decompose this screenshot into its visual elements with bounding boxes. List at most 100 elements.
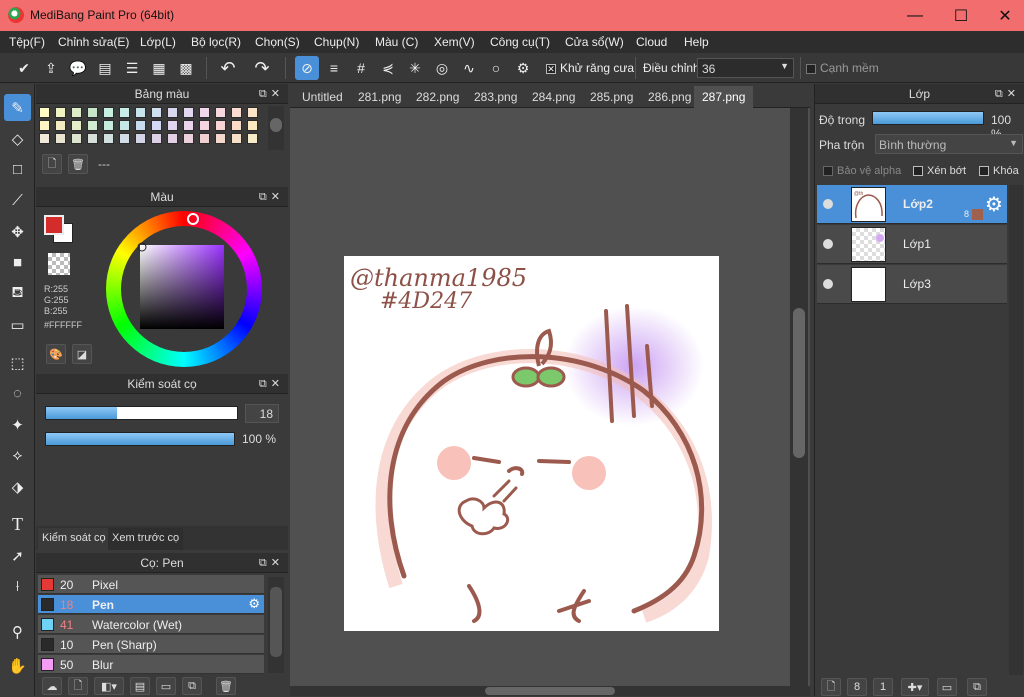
perspective-snap-icon[interactable]: ⋞ [376, 56, 400, 80]
duplicate-brush-icon[interactable]: ⧉ [182, 677, 202, 695]
dot-tool-icon[interactable]: □ [4, 156, 31, 183]
palette-swatch[interactable] [71, 107, 82, 118]
gradient-tool-icon[interactable]: ▭ [4, 311, 31, 338]
tab-brush-control[interactable]: Kiểm soát cọ [38, 528, 110, 550]
palette-swatch[interactable] [167, 120, 178, 131]
palette-swatch[interactable] [215, 120, 226, 131]
layer-row[interactable]: @th Lớp2 8 ⚙ [817, 185, 1007, 224]
soft-edge-option[interactable]: Cạnh mềm [806, 61, 879, 75]
brush-list-scrollbar[interactable] [268, 577, 284, 673]
clipping-option[interactable]: Xén bớt [913, 165, 966, 177]
comment-icon[interactable]: ▤ [93, 56, 117, 80]
layer-settings-gear-icon[interactable]: ⚙ [985, 192, 1003, 217]
visibility-eye-icon[interactable] [823, 279, 833, 289]
new-1bit-layer-icon[interactable]: 1 [873, 678, 893, 696]
palette-swatch[interactable] [199, 133, 210, 144]
brush-item[interactable]: 10 Pen (Sharp) [38, 635, 264, 654]
delete-palette-icon[interactable]: 🗑 [68, 154, 88, 174]
cloud-check-icon[interactable]: ✔ [12, 56, 36, 80]
layer-row[interactable]: Lớp1 [817, 225, 1007, 264]
brush-item[interactable]: 50 Blur [38, 655, 264, 674]
tab-284[interactable]: 284.png [524, 86, 583, 108]
soft-edge-checkbox[interactable] [806, 63, 816, 74]
palette-swatch[interactable] [71, 133, 82, 144]
palette-swatches[interactable] [39, 107, 269, 147]
redo-icon[interactable]: ↷ [250, 56, 274, 80]
tab-282[interactable]: 282.png [408, 86, 467, 108]
palette-swatch[interactable] [87, 133, 98, 144]
eraser-tool-icon[interactable]: ◇ [4, 125, 31, 152]
palette-swatch[interactable] [119, 120, 130, 131]
menu-filter[interactable]: Bộ lọc(R) [191, 35, 241, 49]
grid-snap-icon[interactable]: # [349, 56, 373, 80]
palette-swatch[interactable] [151, 107, 162, 118]
palette-swatch[interactable] [183, 120, 194, 131]
grid-panel-icon[interactable]: ▩ [174, 56, 198, 80]
brush-folder-icon[interactable]: ▭ [156, 677, 176, 695]
menu-layer[interactable]: Lớp(L) [140, 35, 176, 49]
brush-type-menu-icon[interactable]: ◧▾ [94, 677, 124, 695]
layer-list-scrollbar[interactable] [1009, 185, 1023, 675]
menu-color[interactable]: Màu (C) [375, 35, 418, 49]
panel-layout-icon[interactable]: ▦ [147, 56, 171, 80]
new-layer-icon[interactable]: 🗋 [821, 678, 841, 696]
canvas-horizontal-scrollbar[interactable] [290, 686, 810, 696]
menu-file[interactable]: Tệp(F) [9, 35, 45, 49]
cloud-brush-icon[interactable]: ☁ [42, 677, 62, 695]
palette-swatch[interactable] [39, 120, 50, 131]
new-palette-icon[interactable]: 🗋 [42, 154, 62, 174]
select-pen-icon[interactable]: ⟋ [4, 187, 31, 214]
concentric-snap-icon[interactable]: ◎ [430, 56, 454, 80]
menu-tools[interactable]: Công cụ(T) [490, 35, 550, 49]
menu-select[interactable]: Chọn(S) [255, 35, 300, 49]
transparent-color-swatch[interactable] [48, 253, 70, 275]
settings-gear-icon[interactable]: ⚙ [511, 56, 535, 80]
color-wheel[interactable] [104, 209, 264, 369]
palette-swatch[interactable] [103, 120, 114, 131]
fill-bucket-icon[interactable]: ⛾ [4, 280, 31, 307]
palette-swatch[interactable] [71, 120, 82, 131]
palette-swatch[interactable] [247, 133, 258, 144]
palette-swatch[interactable] [247, 107, 258, 118]
protect-alpha-checkbox[interactable] [823, 166, 833, 177]
protect-alpha-option[interactable]: Bảo vệ alpha [823, 165, 901, 177]
drawing-canvas[interactable]: @thanma1985 #4D247 [344, 256, 719, 631]
rect-select-icon[interactable]: ⬚ [4, 349, 31, 376]
palette-swatch[interactable] [55, 120, 66, 131]
menu-cloud[interactable]: Cloud [636, 35, 667, 49]
panel-popout-close-icons[interactable]: ⧉✕ [259, 553, 284, 573]
palette-swatch[interactable] [55, 107, 66, 118]
palette-swatch[interactable] [135, 107, 146, 118]
tab-285[interactable]: 285.png [582, 86, 641, 108]
tab-287[interactable]: 287.png [694, 86, 754, 108]
panel-popout-close-icons[interactable]: ⧉✕ [259, 374, 284, 394]
palette-swatch[interactable] [167, 107, 178, 118]
divide-frame-icon[interactable]: ⟊ [4, 573, 31, 600]
blend-mode-select[interactable]: Bình thường ▼ [875, 134, 1023, 154]
palette-swatch[interactable] [87, 120, 98, 131]
delete-brush-icon[interactable]: 🗑 [216, 677, 236, 695]
new-8bit-layer-icon[interactable]: 8 [847, 678, 867, 696]
radial-snap-icon[interactable]: ✳ [403, 56, 427, 80]
correction-select[interactable]: 36 ▼ [697, 58, 794, 78]
antialias-option[interactable]: ✕ Khử răng cưa [546, 61, 634, 75]
palette-swatch[interactable] [119, 107, 130, 118]
visibility-eye-icon[interactable] [823, 239, 833, 249]
panel-popout-close-icons[interactable]: ⧉✕ [259, 187, 284, 207]
palette-swatch[interactable] [103, 133, 114, 144]
palette-swatch[interactable] [231, 133, 242, 144]
select-eraser-icon[interactable]: ⬗ [4, 473, 31, 500]
brush-properties-icon[interactable]: ▤ [130, 677, 150, 695]
palette-swatch[interactable] [247, 120, 258, 131]
move-tool-icon[interactable]: ✥ [4, 218, 31, 245]
palette-swatch[interactable] [215, 107, 226, 118]
brush-opacity-slider[interactable] [45, 432, 235, 446]
palette-swatch[interactable] [151, 133, 162, 144]
snap-off-icon[interactable]: ⊘ [295, 56, 319, 80]
add-brush-icon[interactable]: 🗋 [68, 677, 88, 695]
palette-swatch[interactable] [135, 120, 146, 131]
add-layer-menu-icon[interactable]: ✚▾ [901, 678, 929, 696]
panel-popout-close-icons[interactable]: ⧉✕ [995, 84, 1020, 104]
palette-scrollbar[interactable] [268, 106, 284, 150]
lock-option[interactable]: Khóa [979, 165, 1019, 177]
